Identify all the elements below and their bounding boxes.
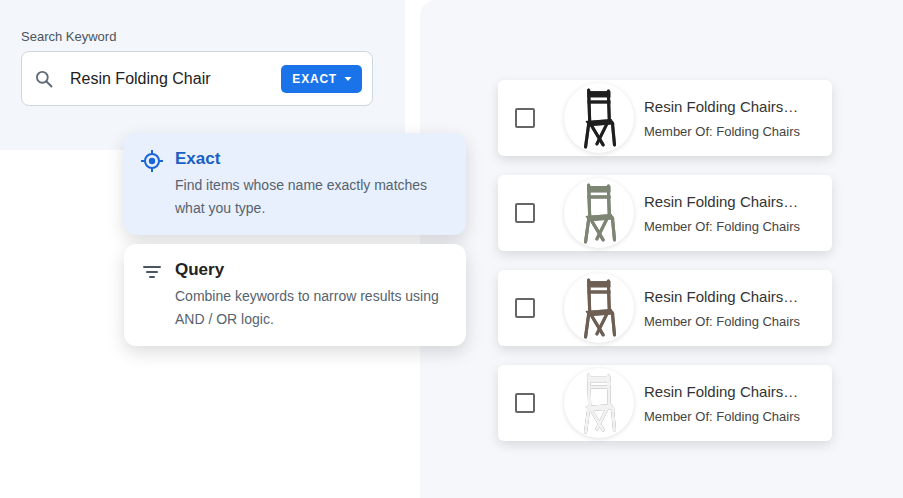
product-card[interactable]: Resin Folding Chairs… Member Of: Folding… xyxy=(498,365,832,441)
product-collection: Member Of: Folding Chairs xyxy=(644,124,800,139)
match-mode-label: EXACT xyxy=(292,72,337,86)
product-name: Resin Folding Chairs… xyxy=(644,288,800,305)
product-checkbox[interactable] xyxy=(515,393,535,413)
product-name: Resin Folding Chairs… xyxy=(644,383,800,400)
folding-chair-icon xyxy=(577,87,621,149)
product-checkbox[interactable] xyxy=(515,203,535,223)
product-thumbnail xyxy=(564,368,634,438)
screen: Search Keyword Resin Folding Chair EXACT… xyxy=(0,0,903,498)
option-title: Query xyxy=(175,260,452,280)
search-panel: Search Keyword Resin Folding Chair EXACT xyxy=(0,0,405,150)
match-mode-button[interactable]: EXACT xyxy=(281,65,362,93)
crosshair-icon xyxy=(140,149,164,173)
option-description: Combine keywords to narrow results using… xyxy=(175,285,452,331)
match-mode-option[interactable]: Exact Find items whose name exactly matc… xyxy=(124,133,466,235)
product-thumbnail xyxy=(564,178,634,248)
folding-chair-icon xyxy=(577,372,621,434)
product-collection: Member Of: Folding Chairs xyxy=(644,409,800,424)
filter-icon xyxy=(140,260,164,284)
match-mode-option[interactable]: Query Combine keywords to narrow results… xyxy=(124,244,466,346)
folding-chair-icon xyxy=(577,277,621,339)
search-input[interactable]: Resin Folding Chair EXACT xyxy=(21,51,373,106)
caret-down-icon xyxy=(343,74,353,84)
product-checkbox[interactable] xyxy=(515,298,535,318)
search-label: Search Keyword xyxy=(21,29,373,44)
magnifier-icon xyxy=(34,69,54,89)
product-collection: Member Of: Folding Chairs xyxy=(644,314,800,329)
product-thumbnail xyxy=(564,83,634,153)
product-name: Resin Folding Chairs… xyxy=(644,98,800,115)
product-collection: Member Of: Folding Chairs xyxy=(644,219,800,234)
results-panel: Resin Folding Chairs… Member Of: Folding… xyxy=(420,0,903,498)
folding-chair-icon xyxy=(577,182,621,244)
product-card[interactable]: Resin Folding Chairs… Member Of: Folding… xyxy=(498,270,832,346)
product-thumbnail xyxy=(564,273,634,343)
option-description: Find items whose name exactly matches wh… xyxy=(175,174,452,220)
search-value: Resin Folding Chair xyxy=(70,70,265,88)
product-card[interactable]: Resin Folding Chairs… Member Of: Folding… xyxy=(498,80,832,156)
option-title: Exact xyxy=(175,149,452,169)
product-card[interactable]: Resin Folding Chairs… Member Of: Folding… xyxy=(498,175,832,251)
product-name: Resin Folding Chairs… xyxy=(644,193,800,210)
product-checkbox[interactable] xyxy=(515,108,535,128)
match-mode-menu: Exact Find items whose name exactly matc… xyxy=(124,133,466,346)
